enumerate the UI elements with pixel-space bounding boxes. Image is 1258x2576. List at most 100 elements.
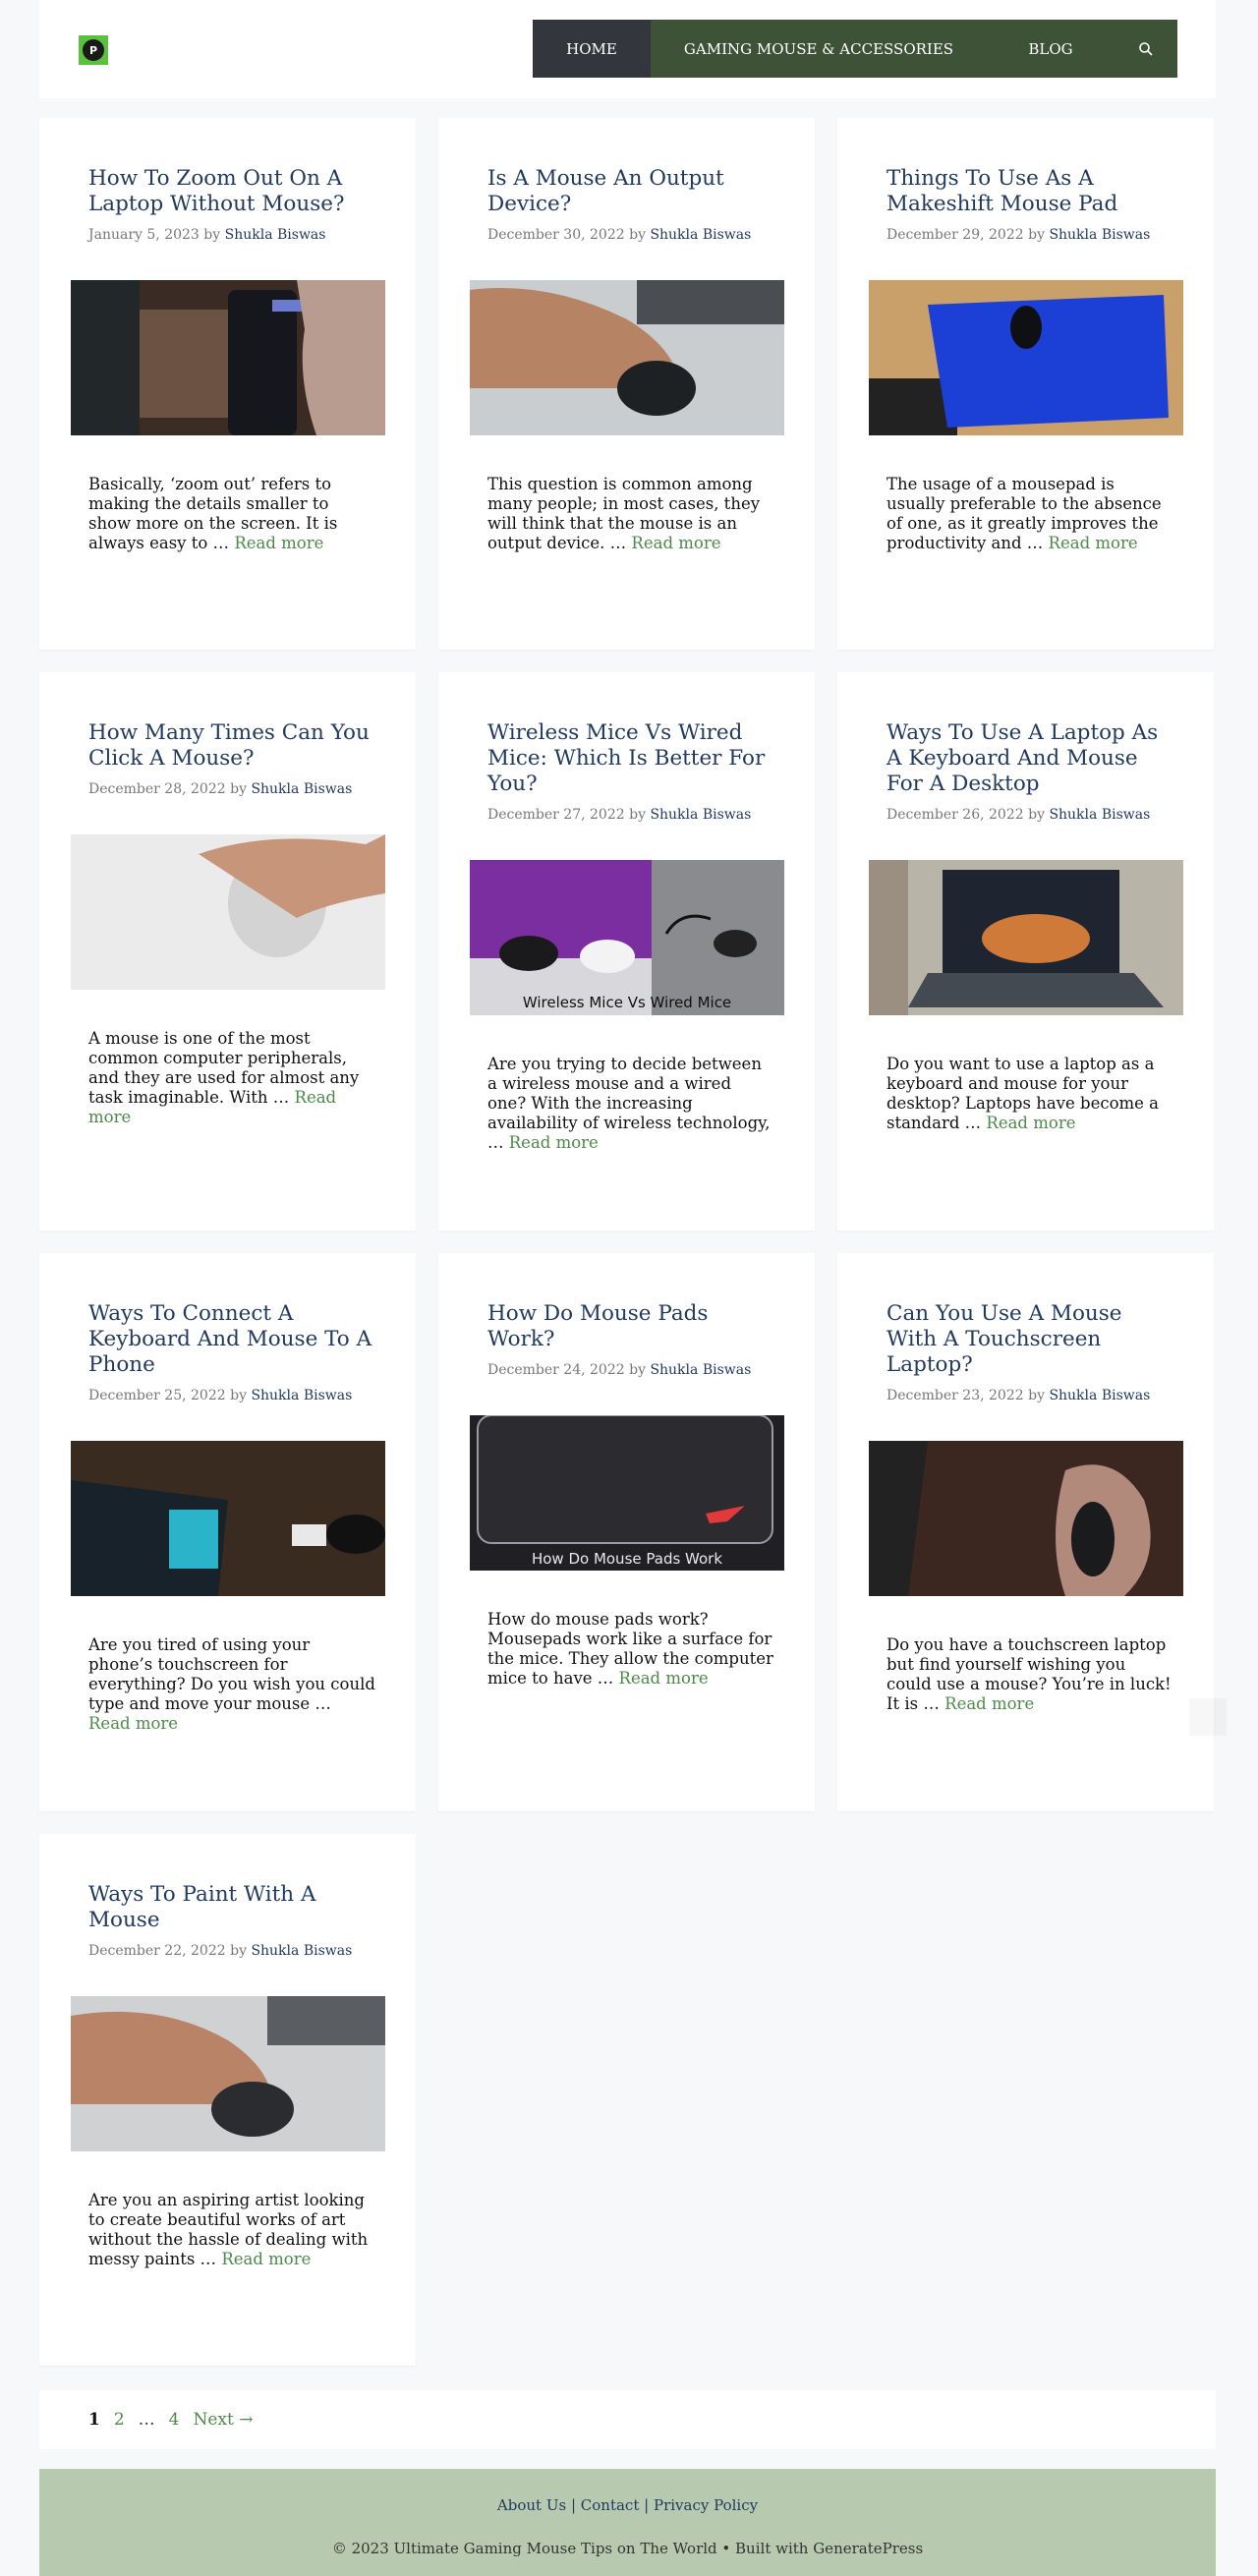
- post-excerpt: Do you have a touchscreen laptop but fin…: [886, 1635, 1173, 1714]
- scroll-to-top-button[interactable]: [1189, 1698, 1227, 1736]
- excerpt-text: Are you tired of using your phone’s touc…: [88, 1635, 375, 1713]
- paint-with-mouse-photo: [71, 1996, 385, 2151]
- post-card: Is A Mouse An Output Device? December 30…: [438, 118, 815, 650]
- about-us-link[interactable]: About Us: [497, 2496, 566, 2514]
- post-by: by: [629, 807, 646, 823]
- post-title[interactable]: How Many Times Can You Click A Mouse?: [88, 720, 373, 772]
- post-date: December 29, 2022: [886, 227, 1024, 243]
- post-thumbnail[interactable]: [869, 860, 1183, 1015]
- post-card: Ways To Use A Laptop As A Keyboard And M…: [837, 672, 1214, 1231]
- page-current: 1: [88, 2410, 100, 2430]
- post-author[interactable]: Shukla Biswas: [1049, 1388, 1150, 1403]
- post-thumbnail[interactable]: [869, 1441, 1183, 1596]
- nav-gaming-mouse-accessories[interactable]: GAMING MOUSE & ACCESSORIES: [651, 20, 987, 78]
- footer-separator: |: [644, 2496, 650, 2514]
- post-meta: December 23, 2022 by Shukla Biswas: [886, 1387, 1181, 1404]
- white-mouse-photo: [71, 834, 385, 990]
- post-author[interactable]: Shukla Biswas: [650, 1362, 751, 1378]
- contact-link[interactable]: Contact: [581, 2496, 640, 2514]
- post-card: How Do Mouse Pads Work? December 24, 202…: [438, 1253, 815, 1811]
- post-title[interactable]: Things To Use As A Makeshift Mouse Pad: [886, 166, 1172, 217]
- post-thumbnail[interactable]: [71, 280, 385, 435]
- post-title[interactable]: Ways To Use A Laptop As A Keyboard And M…: [886, 720, 1172, 797]
- post-date: January 5, 2023: [88, 227, 200, 243]
- page-2-link[interactable]: 2: [114, 2410, 125, 2430]
- post-author[interactable]: Shukla Biswas: [650, 227, 751, 243]
- post-excerpt: Do you want to use a laptop as a keyboar…: [886, 1055, 1173, 1133]
- post-author[interactable]: Shukla Biswas: [650, 807, 751, 823]
- nav-home[interactable]: HOME: [533, 20, 651, 78]
- read-more-link[interactable]: Read more: [1049, 534, 1138, 552]
- post-date: December 26, 2022: [886, 807, 1024, 823]
- read-more-link[interactable]: Read more: [221, 2250, 311, 2268]
- post-by: by: [1028, 1388, 1045, 1403]
- post-date: December 22, 2022: [88, 1943, 226, 1959]
- nav-search[interactable]: [1115, 20, 1177, 78]
- post-thumbnail[interactable]: [71, 1441, 385, 1596]
- site-logo[interactable]: P: [79, 35, 108, 65]
- post-meta: December 26, 2022 by Shukla Biswas: [886, 806, 1181, 824]
- post-thumbnail[interactable]: [869, 280, 1183, 435]
- nav-blog[interactable]: BLOG: [987, 20, 1115, 78]
- post-thumbnail[interactable]: [470, 280, 784, 435]
- next-page-link[interactable]: Next →: [194, 2410, 254, 2430]
- laptop-desktop-photo: [869, 860, 1183, 1015]
- site-footer: About Us | Contact | Privacy Policy © 20…: [39, 2469, 1216, 2576]
- post-thumbnail[interactable]: [71, 1996, 385, 2151]
- post-by: by: [230, 1943, 247, 1959]
- privacy-policy-link[interactable]: Privacy Policy: [654, 2496, 758, 2514]
- image-caption: How Do Mouse Pads Work: [532, 1550, 722, 1568]
- post-card: Wireless Mice Vs Wired Mice: Which Is Be…: [438, 672, 815, 1231]
- post-by: by: [629, 227, 646, 243]
- post-excerpt: How do mouse pads work? Mousepads work l…: [487, 1610, 774, 1689]
- post-meta: December 25, 2022 by Shukla Biswas: [88, 1387, 383, 1404]
- post-title[interactable]: Ways To Paint With A Mouse: [88, 1882, 373, 1933]
- footer-links: About Us | Contact | Privacy Policy: [39, 2496, 1216, 2514]
- post-author[interactable]: Shukla Biswas: [1049, 227, 1150, 243]
- magnifier-icon: [1139, 41, 1153, 56]
- post-excerpt: Are you an aspiring artist looking to cr…: [88, 2191, 375, 2269]
- read-more-link[interactable]: Read more: [619, 1669, 709, 1688]
- post-meta: December 27, 2022 by Shukla Biswas: [487, 806, 782, 824]
- mouse-pad-photo: How Do Mouse Pads Work: [470, 1415, 784, 1571]
- post-thumbnail[interactable]: [71, 834, 385, 990]
- read-more-link[interactable]: Read more: [234, 534, 323, 552]
- post-author[interactable]: Shukla Biswas: [251, 1388, 352, 1403]
- read-more-link[interactable]: Read more: [986, 1114, 1075, 1132]
- read-more-link[interactable]: Read more: [944, 1694, 1034, 1713]
- read-more-link[interactable]: Read more: [88, 1714, 178, 1733]
- read-more-link[interactable]: Read more: [631, 534, 720, 552]
- post-meta: December 28, 2022 by Shukla Biswas: [88, 780, 383, 798]
- post-author[interactable]: Shukla Biswas: [1049, 807, 1150, 823]
- post-meta: December 24, 2022 by Shukla Biswas: [487, 1361, 782, 1379]
- post-title[interactable]: How To Zoom Out On A Laptop Without Mous…: [88, 166, 373, 217]
- post-author[interactable]: Shukla Biswas: [251, 1943, 352, 1959]
- read-more-link[interactable]: Read more: [509, 1133, 599, 1152]
- post-thumbnail[interactable]: How Do Mouse Pads Work: [470, 1415, 784, 1571]
- post-excerpt: This question is common among many peopl…: [487, 475, 774, 553]
- touchscreen-laptop-photo: [869, 1441, 1183, 1596]
- post-thumbnail[interactable]: Wireless Mice Vs Wired Mice: [470, 860, 784, 1015]
- keyboard-phone-photo: [71, 1441, 385, 1596]
- post-by: by: [629, 1362, 646, 1378]
- post-author[interactable]: Shukla Biswas: [225, 227, 326, 243]
- page-4-link[interactable]: 4: [169, 2410, 180, 2430]
- post-date: December 28, 2022: [88, 781, 226, 797]
- footer-copyright: © 2023 Ultimate Gaming Mouse Tips on The…: [331, 2540, 924, 2557]
- post-title[interactable]: Can You Use A Mouse With A Touchscreen L…: [886, 1301, 1172, 1378]
- post-title[interactable]: Is A Mouse An Output Device?: [487, 166, 772, 217]
- post-card: Ways To Paint With A Mouse December 22, …: [39, 1834, 416, 2366]
- post-card: How To Zoom Out On A Laptop Without Mous…: [39, 118, 416, 650]
- post-author[interactable]: Shukla Biswas: [251, 781, 352, 797]
- main-navigation: HOME GAMING MOUSE & ACCESSORIES BLOG: [533, 20, 1177, 78]
- laptop-zoom-photo: [71, 280, 385, 435]
- post-title[interactable]: Ways To Connect A Keyboard And Mouse To …: [88, 1301, 373, 1378]
- post-date: December 24, 2022: [487, 1362, 625, 1378]
- post-card: How Many Times Can You Click A Mouse? De…: [39, 672, 416, 1231]
- post-meta: January 5, 2023 by Shukla Biswas: [88, 226, 383, 244]
- post-card: Can You Use A Mouse With A Touchscreen L…: [837, 1253, 1214, 1811]
- post-title[interactable]: Wireless Mice Vs Wired Mice: Which Is Be…: [487, 720, 772, 797]
- post-meta: December 29, 2022 by Shukla Biswas: [886, 226, 1181, 244]
- post-excerpt: A mouse is one of the most common comput…: [88, 1029, 375, 1127]
- post-title[interactable]: How Do Mouse Pads Work?: [487, 1301, 772, 1352]
